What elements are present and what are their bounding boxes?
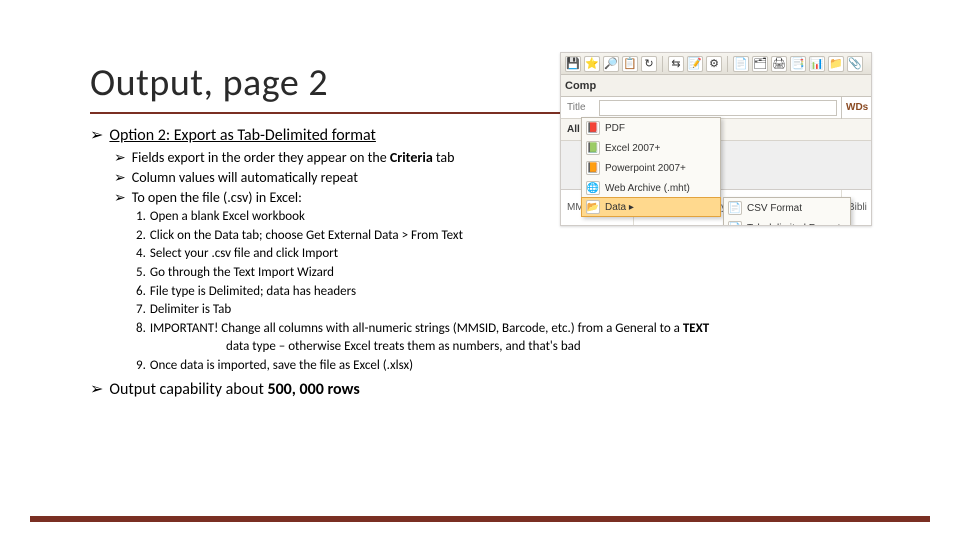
refresh-icon[interactable]: ↻ bbox=[641, 56, 657, 72]
layout-icon[interactable]: 🗂 bbox=[752, 56, 768, 72]
data-icon: 📂 bbox=[586, 200, 600, 214]
step-2: 2.Click on the Data tab; choose Get Exte… bbox=[136, 227, 870, 245]
favorite-icon[interactable]: ⭐ bbox=[584, 56, 600, 72]
bullet-lvl2-text: Column values will automatically repeat bbox=[132, 169, 358, 187]
bullet-lvl1-output: ➢ Output capability about 500, 000 rows bbox=[90, 380, 870, 401]
arrow-icon: ➢ bbox=[114, 169, 126, 187]
dropdown-item-excel[interactable]: 📗Excel 2007+ bbox=[582, 138, 720, 158]
edit-icon[interactable]: 📝 bbox=[687, 56, 703, 72]
dropdown-item-pdf[interactable]: 📕PDF bbox=[582, 118, 720, 138]
excel-icon: 📗 bbox=[586, 141, 600, 155]
arrow-icon: ➢ bbox=[114, 189, 126, 207]
csv-icon: 📄 bbox=[728, 201, 742, 215]
clipboard-icon[interactable]: 📋 bbox=[622, 56, 638, 72]
toolbar: 💾 ⭐ 🔎 📋 ↻ ⇆ 📝 ⚙ 📄 🗂 🖨 📑 📊 📁 📎 bbox=[561, 53, 871, 75]
step-6: 6.File type is Delimited; data has heade… bbox=[136, 283, 870, 301]
compound-row: Comp bbox=[561, 75, 871, 97]
step-4: 4.Select your .csv file and click Import bbox=[136, 245, 870, 263]
dropdown-item-mht[interactable]: 🌐Web Archive (.mht) bbox=[582, 178, 720, 198]
arrow-icon: ➢ bbox=[114, 149, 126, 167]
step-5: 5.Go through the Text Import Wizard bbox=[136, 264, 870, 282]
attach-icon[interactable]: 📎 bbox=[847, 56, 863, 72]
title-label: Title bbox=[561, 102, 599, 113]
bullet-output-text: Output capability about 500, 000 rows bbox=[109, 380, 359, 401]
web-icon: 🌐 bbox=[586, 181, 600, 195]
print-icon[interactable]: 🖨 bbox=[771, 56, 787, 72]
toolbar-separator bbox=[727, 56, 728, 72]
powerpoint-icon: 📙 bbox=[586, 161, 600, 175]
export-dropdown: 📕PDF 📗Excel 2007+ 📙Powerpoint 2007+ 🌐Web… bbox=[581, 117, 721, 217]
dropdown-item-powerpoint[interactable]: 📙Powerpoint 2007+ bbox=[582, 158, 720, 178]
title-input[interactable] bbox=[599, 100, 837, 116]
wds-badge: WDs bbox=[841, 97, 871, 119]
title-row: Title WDs bbox=[561, 97, 871, 119]
bullet-lvl1-text: Option 2: Export as Tab-Delimited format bbox=[109, 126, 376, 147]
gear-icon[interactable]: ⚙ bbox=[706, 56, 722, 72]
bullet-lvl2-text: Fields export in the order they appear o… bbox=[132, 149, 455, 167]
flyout-item-tab[interactable]: 📄Tab delimited Format bbox=[724, 218, 850, 226]
arrow-icon: ➢ bbox=[90, 380, 103, 401]
step-9: 9.Once data is imported, save the file a… bbox=[136, 357, 870, 375]
step-8: 8.IMPORTANT! Change all columns with all… bbox=[136, 320, 870, 338]
embedded-app: 💾 ⭐ 🔎 📋 ↻ ⇆ 📝 ⚙ 📄 🗂 🖨 📑 📊 📁 📎 Comp Title… bbox=[560, 52, 872, 226]
search-icon[interactable]: 🔎 bbox=[603, 56, 619, 72]
dropdown-item-data[interactable]: 📂Data ▸ bbox=[581, 197, 721, 217]
flyout-item-csv[interactable]: 📄CSV Format bbox=[724, 198, 850, 218]
save-icon[interactable]: 💾 bbox=[565, 56, 581, 72]
step-7: 7.Delimiter is Tab bbox=[136, 301, 870, 319]
folder-icon[interactable]: 📁 bbox=[828, 56, 844, 72]
step-8-cont: data type – otherwise Excel treats them … bbox=[226, 338, 870, 356]
data-flyout: 📄CSV Format 📄Tab delimited Format 📄XML F… bbox=[723, 197, 851, 226]
swap-icon[interactable]: ⇆ bbox=[668, 56, 684, 72]
toolbar-separator bbox=[662, 56, 663, 72]
compound-label: Comp bbox=[565, 80, 596, 92]
page-icon[interactable]: 📄 bbox=[733, 56, 749, 72]
arrow-icon: ➢ bbox=[90, 126, 103, 147]
slide-accent-border bbox=[30, 512, 930, 522]
tab-icon: 📄 bbox=[728, 221, 742, 226]
pdf-icon: 📕 bbox=[586, 121, 600, 135]
bullet-lvl2-text: To open the file (.csv) in Excel: bbox=[132, 189, 302, 207]
chart-icon[interactable]: 📊 bbox=[809, 56, 825, 72]
report-icon[interactable]: 📑 bbox=[790, 56, 806, 72]
